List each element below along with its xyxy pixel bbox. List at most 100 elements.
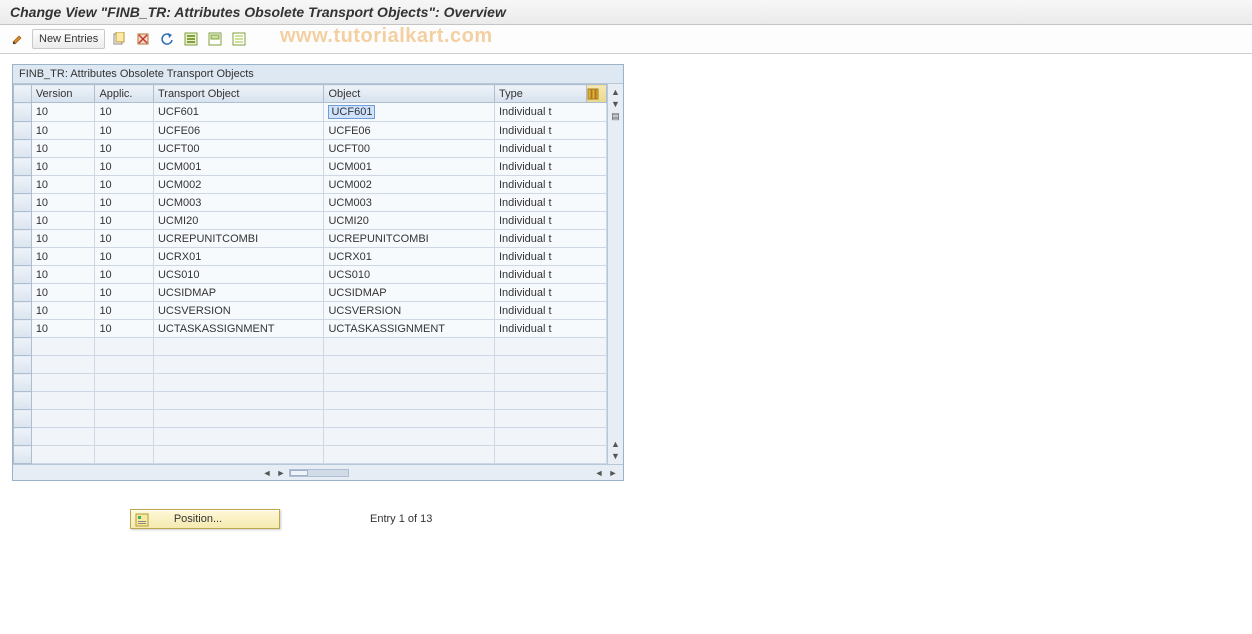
cell-object[interactable]: UCM002 (324, 176, 495, 194)
undo-change-icon[interactable] (157, 29, 177, 49)
cell-type[interactable]: Individual t (495, 284, 607, 302)
row-selector-header[interactable] (14, 85, 32, 103)
select-block-icon[interactable] (205, 29, 225, 49)
horizontal-scrollbar[interactable]: ◄ ► ◄ ► (13, 464, 623, 480)
cell-version[interactable]: 10 (31, 284, 95, 302)
cell-applic[interactable]: 10 (95, 194, 154, 212)
table-row[interactable]: 1010UCTASKASSIGNMENTUCTASKASSIGNMENTIndi… (14, 320, 607, 338)
cell-transport-object[interactable]: UCSIDMAP (153, 284, 324, 302)
scroll-page-icon[interactable]: ▤ (610, 110, 622, 122)
cell-transport-object[interactable]: UCM003 (153, 194, 324, 212)
cell-applic[interactable]: 10 (95, 284, 154, 302)
cell-transport-object[interactable]: UCS010 (153, 266, 324, 284)
cell-applic[interactable]: 10 (95, 230, 154, 248)
cell-version[interactable]: 10 (31, 140, 95, 158)
table-row[interactable]: 1010UCREPUNITCOMBIUCREPUNITCOMBIIndividu… (14, 230, 607, 248)
cell-type[interactable]: Individual t (495, 194, 607, 212)
table-row[interactable]: 1010UCMI20UCMI20Individual t (14, 212, 607, 230)
row-selector[interactable] (14, 338, 32, 356)
cell-version[interactable]: 10 (31, 230, 95, 248)
row-selector[interactable] (14, 410, 32, 428)
table-row[interactable]: 1010UCM003UCM003Individual t (14, 194, 607, 212)
col-header-applic[interactable]: Applic. (95, 85, 154, 103)
cell-type[interactable]: Individual t (495, 230, 607, 248)
row-selector[interactable] (14, 302, 32, 320)
position-button[interactable]: Position... (130, 509, 280, 529)
cell-object[interactable]: UCM003 (324, 194, 495, 212)
table-row[interactable]: 1010UCRX01UCRX01Individual t (14, 248, 607, 266)
cell-type[interactable]: Individual t (495, 122, 607, 140)
cell-transport-object[interactable]: UCFE06 (153, 122, 324, 140)
col-header-type[interactable]: Type (495, 85, 587, 103)
select-all-icon[interactable] (181, 29, 201, 49)
cell-applic[interactable]: 10 (95, 158, 154, 176)
cell-type[interactable]: Individual t (495, 320, 607, 338)
cell-object[interactable]: UCTASKASSIGNMENT (324, 320, 495, 338)
table-row[interactable]: 1010UCFT00UCFT00Individual t (14, 140, 607, 158)
vertical-scrollbar[interactable]: ▲ ▼ ▤ ▲ ▼ (607, 84, 623, 464)
row-selector[interactable] (14, 212, 32, 230)
table-row[interactable]: 1010UCFE06UCFE06Individual t (14, 122, 607, 140)
col-header-version[interactable]: Version (31, 85, 95, 103)
scroll-right-icon[interactable]: ► (275, 467, 287, 479)
row-selector[interactable] (14, 140, 32, 158)
cell-version[interactable]: 10 (31, 266, 95, 284)
row-selector[interactable] (14, 194, 32, 212)
row-selector[interactable] (14, 392, 32, 410)
row-selector[interactable] (14, 176, 32, 194)
cell-object[interactable]: UCFE06 (324, 122, 495, 140)
cell-object[interactable]: UCM001 (324, 158, 495, 176)
new-entries-button[interactable]: New Entries (32, 29, 105, 49)
delete-icon[interactable] (133, 29, 153, 49)
row-selector[interactable] (14, 248, 32, 266)
row-selector[interactable] (14, 374, 32, 392)
cell-version[interactable]: 10 (31, 302, 95, 320)
cell-object[interactable]: UCREPUNITCOMBI (324, 230, 495, 248)
cell-object[interactable]: UCF601 (324, 103, 495, 122)
cell-type[interactable]: Individual t (495, 212, 607, 230)
cell-transport-object[interactable]: UCM002 (153, 176, 324, 194)
cell-object[interactable]: UCRX01 (324, 248, 495, 266)
cell-transport-object[interactable]: UCM001 (153, 158, 324, 176)
cell-transport-object[interactable]: UCRX01 (153, 248, 324, 266)
cell-applic[interactable]: 10 (95, 176, 154, 194)
cell-version[interactable]: 10 (31, 320, 95, 338)
scroll-down-icon[interactable]: ▼ (610, 450, 622, 462)
row-selector[interactable] (14, 122, 32, 140)
cell-type[interactable]: Individual t (495, 248, 607, 266)
cell-type[interactable]: Individual t (495, 266, 607, 284)
cell-version[interactable]: 10 (31, 103, 95, 122)
cell-type[interactable]: Individual t (495, 158, 607, 176)
cell-version[interactable]: 10 (31, 248, 95, 266)
table-row[interactable]: 1010UCS010UCS010Individual t (14, 266, 607, 284)
table-row[interactable]: 1010UCF601UCF601Individual t (14, 103, 607, 122)
toggle-display-change-icon[interactable] (8, 29, 28, 49)
scroll-right-end-icon[interactable]: ► (607, 467, 619, 479)
cell-object[interactable]: UCFT00 (324, 140, 495, 158)
cell-transport-object[interactable]: UCREPUNITCOMBI (153, 230, 324, 248)
row-selector[interactable] (14, 446, 32, 464)
cell-type[interactable]: Individual t (495, 176, 607, 194)
scroll-left-end-icon[interactable]: ◄ (593, 467, 605, 479)
cell-object[interactable]: UCSIDMAP (324, 284, 495, 302)
row-selector[interactable] (14, 428, 32, 446)
cell-applic[interactable]: 10 (95, 140, 154, 158)
cell-version[interactable]: 10 (31, 176, 95, 194)
cell-applic[interactable]: 10 (95, 302, 154, 320)
cell-version[interactable]: 10 (31, 158, 95, 176)
hscroll-track[interactable] (289, 469, 349, 477)
cell-applic[interactable]: 10 (95, 248, 154, 266)
copy-as-icon[interactable] (109, 29, 129, 49)
cell-applic[interactable]: 10 (95, 320, 154, 338)
cell-transport-object[interactable]: UCF601 (153, 103, 324, 122)
row-selector[interactable] (14, 320, 32, 338)
cell-type[interactable]: Individual t (495, 140, 607, 158)
row-selector[interactable] (14, 266, 32, 284)
deselect-all-icon[interactable] (229, 29, 249, 49)
table-row[interactable]: 1010UCM002UCM002Individual t (14, 176, 607, 194)
row-selector[interactable] (14, 230, 32, 248)
cell-version[interactable]: 10 (31, 122, 95, 140)
configure-columns-icon[interactable] (586, 85, 606, 103)
cell-transport-object[interactable]: UCSVERSION (153, 302, 324, 320)
row-selector[interactable] (14, 356, 32, 374)
